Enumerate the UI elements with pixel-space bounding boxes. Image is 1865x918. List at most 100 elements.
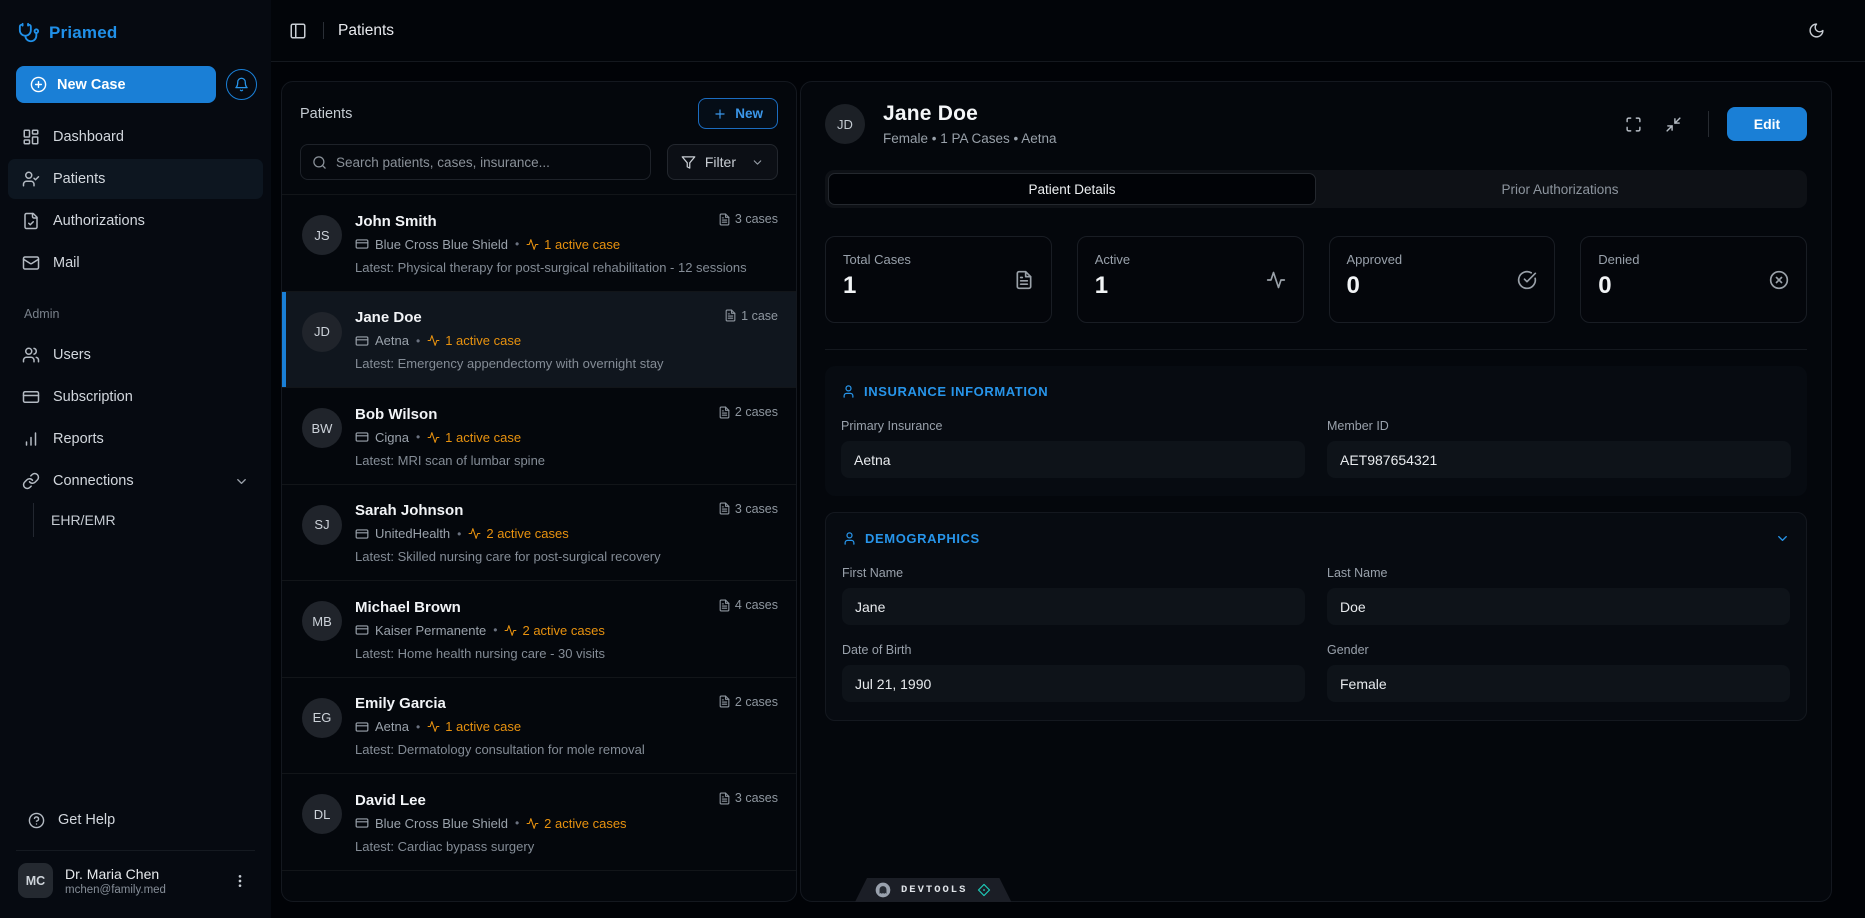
detail-patient-name: Jane Doe	[883, 102, 1598, 126]
user-profile[interactable]: MC Dr. Maria Chen mchen@family.med	[14, 863, 257, 898]
person-icon	[842, 531, 857, 546]
detail-tabs: Patient Details Prior Authorizations	[825, 170, 1807, 208]
dot-separator: •	[416, 334, 420, 348]
sidebar-nav-item[interactable]: Reports	[8, 419, 263, 459]
user-menu-button[interactable]	[227, 868, 253, 894]
stat-card: Approved 0	[1329, 236, 1556, 323]
patient-list-item[interactable]: EG Emily Garcia 2 cases Aetna	[282, 678, 796, 775]
sidebar-nav-item[interactable]: Mail	[8, 243, 263, 283]
topbar: Patients	[271, 0, 1865, 62]
field-label: Primary Insurance	[841, 419, 1305, 433]
dashboard-icon	[22, 128, 40, 146]
patient-list-item[interactable]: JD Jane Doe 1 case Aetna •	[282, 292, 796, 389]
topbar-divider	[323, 22, 324, 39]
patient-case-count: 3 cases	[718, 212, 778, 226]
connections-icon	[22, 472, 40, 490]
activity-icon	[526, 817, 539, 830]
form-field: Gender Female	[1327, 643, 1790, 702]
patient-list-item[interactable]: BW Bob Wilson 2 cases Cigna •	[282, 388, 796, 485]
sidebar-nav-label: Users	[53, 347, 91, 363]
patient-list-item[interactable]: JS John Smith 3 cases Blue Cross Blue Sh…	[282, 195, 796, 292]
search-input[interactable]	[336, 155, 639, 170]
sidebar-nav-label: Mail	[53, 255, 80, 271]
card-icon	[355, 816, 369, 830]
dot-separator: •	[457, 527, 461, 541]
stat-value: 0	[1347, 272, 1538, 300]
file-text-icon	[718, 213, 731, 226]
chevron-down-icon	[234, 474, 249, 489]
sidebar-nav-item[interactable]: Dashboard	[8, 117, 263, 157]
patient-name: Michael Brown	[355, 599, 461, 616]
new-patient-button[interactable]: New	[698, 98, 778, 129]
sidebar-toggle-button[interactable]	[283, 16, 313, 46]
patient-list-item[interactable]: SJ Sarah Johnson 3 cases UnitedHealth	[282, 485, 796, 582]
moon-icon	[1808, 22, 1825, 39]
person-icon	[841, 384, 856, 399]
sidebar-nav-label: Reports	[53, 431, 104, 447]
patient-active-cases: 1 active case	[526, 237, 620, 252]
collapse-button[interactable]	[1656, 107, 1690, 141]
patient-latest-case: Latest: Dermatology consultation for mol…	[355, 742, 778, 757]
stat-card: Total Cases 1	[825, 236, 1052, 323]
detail-tab[interactable]: Prior Authorizations	[1316, 173, 1804, 205]
file-text-icon	[718, 502, 731, 515]
field-value[interactable]: Aetna	[841, 441, 1305, 478]
patient-active-cases: 1 active case	[427, 333, 521, 348]
patient-list-item[interactable]: DL David Lee 3 cases Blue Cross Blue Shi…	[282, 774, 796, 871]
patient-list-item[interactable]: MB Michael Brown 4 cases Kaiser Permanen…	[282, 581, 796, 678]
reports-icon	[22, 430, 40, 448]
form-field: Last Name Doe	[1327, 566, 1790, 625]
devtools-label: DEVTOOLS	[901, 884, 967, 896]
filter-button[interactable]: Filter	[667, 144, 778, 180]
field-value[interactable]: Jane	[842, 588, 1305, 625]
patient-avatar: MB	[302, 601, 342, 641]
patient-name: Jane Doe	[355, 309, 422, 326]
plus-circle-icon	[30, 76, 47, 93]
sidebar-nav: Dashboard Patients Authorizations Mail	[0, 117, 271, 283]
file-text-icon	[718, 599, 731, 612]
patient-list-title: Patients	[300, 106, 352, 122]
card-icon	[355, 623, 369, 637]
patient-case-count: 4 cases	[718, 598, 778, 612]
notifications-button[interactable]	[226, 69, 257, 100]
field-label: Gender	[1327, 643, 1790, 657]
search-box	[300, 144, 651, 180]
card-icon	[355, 527, 369, 541]
field-value[interactable]: Doe	[1327, 588, 1790, 625]
expand-button[interactable]	[1616, 107, 1650, 141]
sidebar-nav-item[interactable]: Patients	[8, 159, 263, 199]
patient-latest-case: Latest: Cardiac bypass surgery	[355, 839, 778, 854]
sidebar-nav-item[interactable]: Subscription	[8, 377, 263, 417]
sidebar-nav-item[interactable]: Authorizations	[8, 201, 263, 241]
sidebar-item-ehr-emr[interactable]: EHR/EMR	[34, 503, 271, 537]
sidebar-nav-item[interactable]: Connections	[8, 461, 263, 501]
actions-divider	[1708, 111, 1709, 137]
file-text-icon	[1014, 270, 1034, 290]
plus-icon	[713, 107, 727, 121]
brand-logo: Priamed	[0, 0, 271, 50]
stat-label: Total Cases	[843, 252, 1034, 267]
patient-active-cases: 1 active case	[427, 430, 521, 445]
sidebar-nav-item[interactable]: Users	[8, 335, 263, 375]
chevron-down-icon[interactable]	[1775, 531, 1790, 546]
get-help-button[interactable]: Get Help	[14, 800, 257, 840]
stat-label: Approved	[1347, 252, 1538, 267]
devtools-badge[interactable]: DEVTOOLS	[855, 878, 1011, 902]
detail-avatar: JD	[825, 104, 865, 144]
patient-active-cases: 1 active case	[427, 719, 521, 734]
theme-toggle-button[interactable]	[1800, 15, 1832, 47]
patient-latest-case: Latest: Skilled nursing care for post-su…	[355, 549, 778, 564]
patient-list-panel: Patients New Filter	[281, 81, 797, 902]
new-case-button[interactable]: New Case	[16, 66, 216, 103]
crosshair-icon	[977, 883, 991, 897]
field-value[interactable]: AET987654321	[1327, 441, 1791, 478]
patient-latest-case: Latest: Emergency appendectomy with over…	[355, 356, 778, 371]
patient-case-count: 2 cases	[718, 695, 778, 709]
sidebar-nav-label: Patients	[53, 171, 105, 187]
edit-button[interactable]: Edit	[1727, 107, 1807, 141]
detail-tab[interactable]: Patient Details	[828, 173, 1316, 205]
field-value[interactable]: Female	[1327, 665, 1790, 702]
section-divider	[825, 349, 1807, 350]
field-value[interactable]: Jul 21, 1990	[842, 665, 1305, 702]
sidebar-footer: Get Help MC Dr. Maria Chen mchen@family.…	[0, 790, 271, 918]
